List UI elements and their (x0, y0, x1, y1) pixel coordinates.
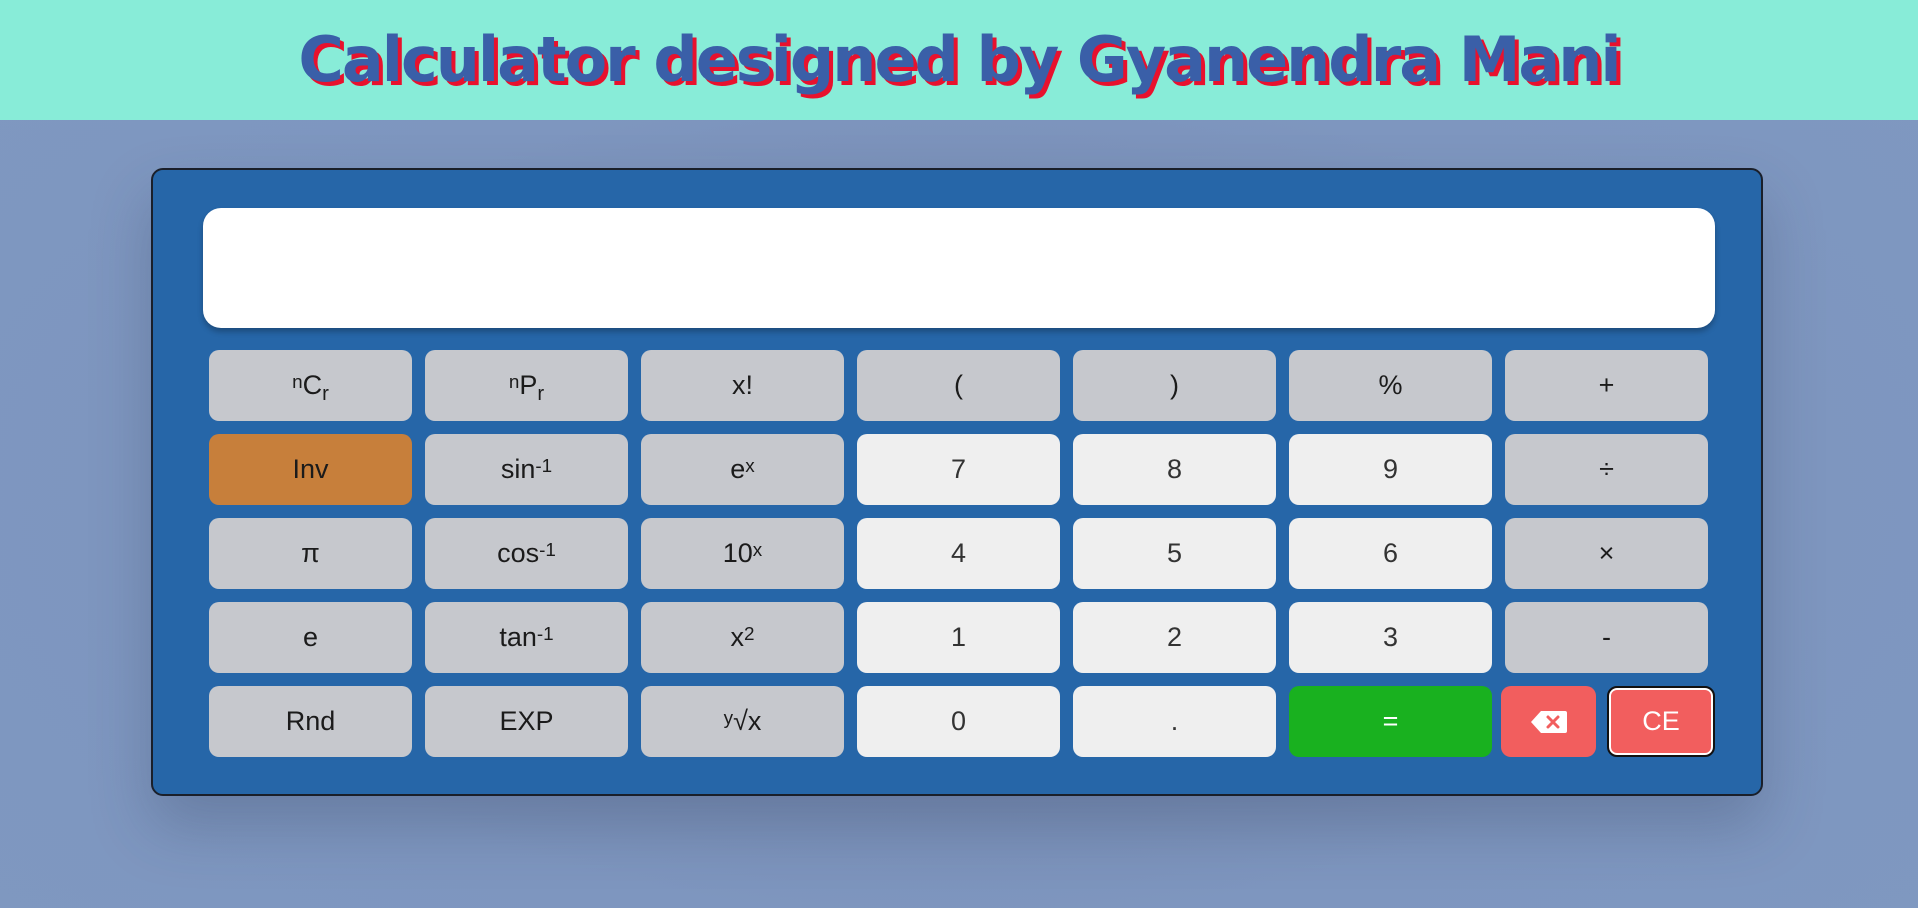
factorial-button[interactable]: x! (641, 350, 844, 421)
inv-button[interactable]: Inv (209, 434, 412, 505)
backspace-icon (1530, 710, 1567, 733)
seven-button[interactable]: 7 (857, 434, 1060, 505)
random-button[interactable]: Rnd (209, 686, 412, 757)
plus-button[interactable]: + (1505, 350, 1708, 421)
calculator-display[interactable] (203, 208, 1715, 328)
close-paren-button[interactable]: ) (1073, 350, 1276, 421)
nth-root-button[interactable]: y√x (641, 686, 844, 757)
asin-button[interactable]: sin-1 (425, 434, 628, 505)
calculator: nCr nPr x! ( ) % + Inv sin-1 ex 7 8 9 ÷ … (151, 168, 1763, 796)
ten-power-button[interactable]: 10x (641, 518, 844, 589)
eight-button[interactable]: 8 (1073, 434, 1276, 505)
exp-e-button[interactable]: ex (641, 434, 844, 505)
ncr-button[interactable]: nCr (209, 350, 412, 421)
e-constant-button[interactable]: e (209, 602, 412, 673)
decimal-point-button[interactable]: . (1073, 686, 1276, 757)
four-button[interactable]: 4 (857, 518, 1060, 589)
page-header: Calculator designed by Gyanendra Mani (0, 0, 1918, 120)
zero-button[interactable]: 0 (857, 686, 1060, 757)
atan-button[interactable]: tan-1 (425, 602, 628, 673)
square-button[interactable]: x2 (641, 602, 844, 673)
two-button[interactable]: 2 (1073, 602, 1276, 673)
divide-button[interactable]: ÷ (1505, 434, 1708, 505)
acos-button[interactable]: cos-1 (425, 518, 628, 589)
exp-button[interactable]: EXP (425, 686, 628, 757)
open-paren-button[interactable]: ( (857, 350, 1060, 421)
page-title: Calculator designed by Gyanendra Mani (298, 23, 1621, 96)
backspace-button[interactable] (1501, 686, 1596, 757)
five-button[interactable]: 5 (1073, 518, 1276, 589)
npr-button[interactable]: nPr (425, 350, 628, 421)
percent-button[interactable]: % (1289, 350, 1492, 421)
six-button[interactable]: 6 (1289, 518, 1492, 589)
equals-button[interactable]: = (1289, 686, 1492, 757)
one-button[interactable]: 1 (857, 602, 1060, 673)
multiply-button[interactable]: × (1505, 518, 1708, 589)
clear-entry-button[interactable]: CE (1607, 686, 1715, 757)
pi-button[interactable]: π (209, 518, 412, 589)
nine-button[interactable]: 9 (1289, 434, 1492, 505)
three-button[interactable]: 3 (1289, 602, 1492, 673)
minus-button[interactable]: - (1505, 602, 1708, 673)
